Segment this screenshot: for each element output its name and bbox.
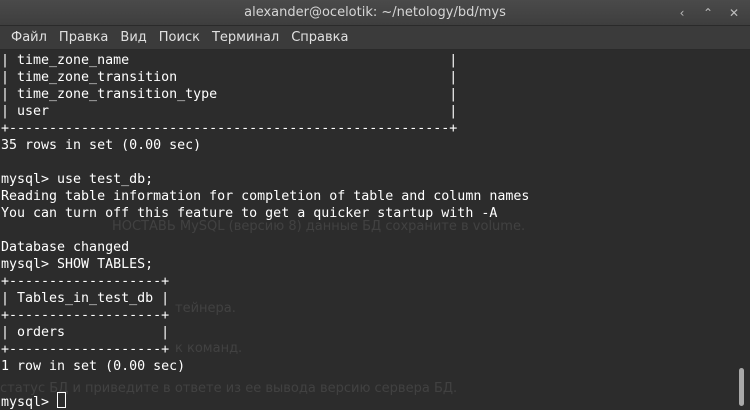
menu-bar: Файл Правка Вид Поиск Терминал Справка [0,26,750,50]
terminal-line: 1 row in set (0.00 sec) [1,359,186,374]
terminal-line: +-------------------+ [1,274,170,289]
terminal-output[interactable]: НОСТАВЬ MySQL (версию 8) данные БД сохра… [0,50,733,410]
minimize-icon[interactable]: ‹ [676,6,688,20]
terminal-line: You can turn off this feature to get a q… [1,206,498,221]
terminal-line: mysql> SHOW TABLES; [1,257,154,272]
text-cursor [57,392,67,408]
menu-search[interactable]: Поиск [153,30,206,45]
terminal-line: | Tables_in_test_db | [1,291,170,306]
scrollbar-thumb[interactable] [739,368,744,406]
terminal-line: +-------------------+ [1,308,170,323]
terminal-line: | time_zone_transition_type | [1,87,458,102]
menu-edit[interactable]: Правка [53,30,114,45]
menu-file[interactable]: Файл [5,30,53,45]
terminal-line: | user | [1,104,458,119]
terminal-line: | orders | [1,325,170,340]
terminal-line: | time_zone_transition | [1,70,458,85]
terminal-text: | time_zone_name | | time_zone_transition… [0,50,733,410]
menu-terminal[interactable]: Терминал [206,30,285,45]
terminal-line: 35 rows in set (0.00 sec) [1,138,202,153]
terminal-line: Database changed [1,240,130,255]
terminal-line: mysql> use test_db; [1,172,154,187]
terminal-line: +---------------------------------------… [1,121,458,136]
terminal-line: +-------------------+ [1,342,170,357]
prompt-line[interactable]: mysql> [1,392,733,410]
mysql-prompt: mysql> [1,395,58,410]
menu-view[interactable]: Вид [114,30,152,45]
window-title: alexander@ocelotik: ~/netology/bd/mys [244,5,506,20]
close-icon[interactable]: ✕ [728,6,740,20]
maximize-icon[interactable]: ⌃ [702,6,714,20]
terminal-scrollbar[interactable] [733,50,750,410]
terminal-window: alexander@ocelotik: ~/netology/bd/mys ‹ … [0,0,750,410]
title-bar[interactable]: alexander@ocelotik: ~/netology/bd/mys ‹ … [0,0,750,26]
terminal-line: Reading table information for completion… [1,189,530,204]
terminal-line: | time_zone_name | [1,53,458,68]
menu-help[interactable]: Справка [285,30,354,45]
window-controls: ‹ ⌃ ✕ [676,0,740,26]
